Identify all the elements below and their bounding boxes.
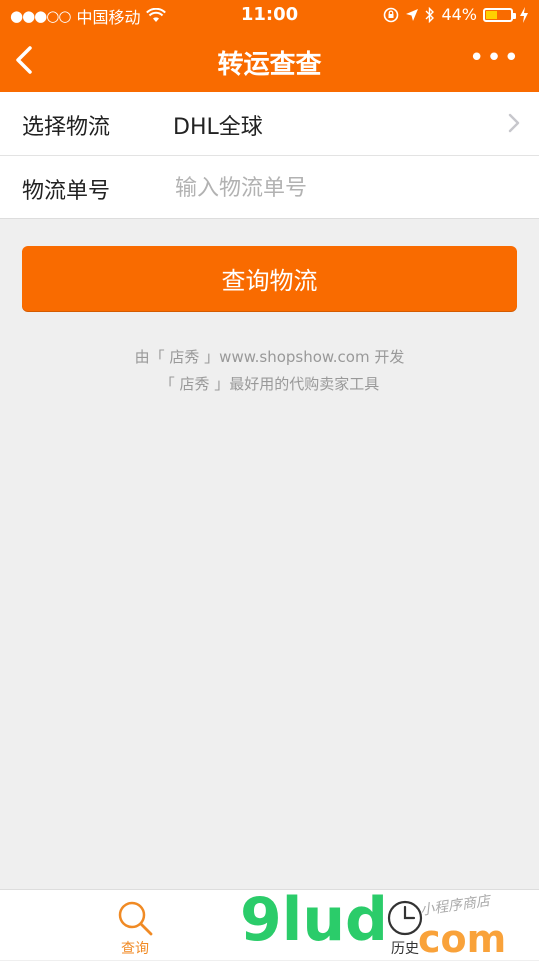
status-bar: ●●●○○ 中国移动 11:00 44% [0, 0, 539, 30]
carrier-select-row[interactable]: 选择物流 DHL全球 [0, 92, 539, 155]
tracking-number-input[interactable] [173, 168, 507, 208]
watermark-suffix: com [418, 917, 507, 961]
developer-note: 由「 店秀 」www.shopshow.com 开发 「 店秀 」最好用的代购卖… [0, 344, 539, 398]
page-title: 转运查查 [217, 50, 322, 80]
navigation-bar: 转运查查 ••• [0, 30, 539, 92]
charging-icon [520, 6, 528, 23]
tab-search[interactable]: 查询 [95, 898, 175, 958]
bluetooth-icon [425, 6, 435, 23]
status-right: 44% [383, 5, 529, 24]
query-logistics-button[interactable]: 查询物流 [22, 246, 517, 311]
battery-percent: 44% [441, 5, 477, 24]
watermark-brand: 9lud [240, 885, 388, 955]
tracking-number-label: 物流单号 [22, 179, 111, 204]
search-icon [118, 901, 153, 936]
tab-search-label: 查询 [121, 941, 149, 957]
battery-fill [486, 10, 498, 19]
carrier-value: DHL全球 [173, 115, 263, 140]
query-form: 选择物流 DHL全球 物流单号 [0, 92, 539, 219]
tracking-number-row: 物流单号 [0, 155, 539, 218]
rotation-lock-icon [384, 7, 399, 22]
developer-note-line2: 「 店秀 」最好用的代购卖家工具 [159, 375, 380, 393]
battery-icon [483, 7, 516, 22]
chevron-right-icon [508, 113, 520, 133]
carrier-label: 选择物流 [22, 115, 111, 140]
more-dots-icon[interactable]: ••• [469, 45, 521, 71]
developer-note-line1: 由「 店秀 」www.shopshow.com 开发 [134, 348, 405, 366]
location-icon [406, 8, 419, 21]
